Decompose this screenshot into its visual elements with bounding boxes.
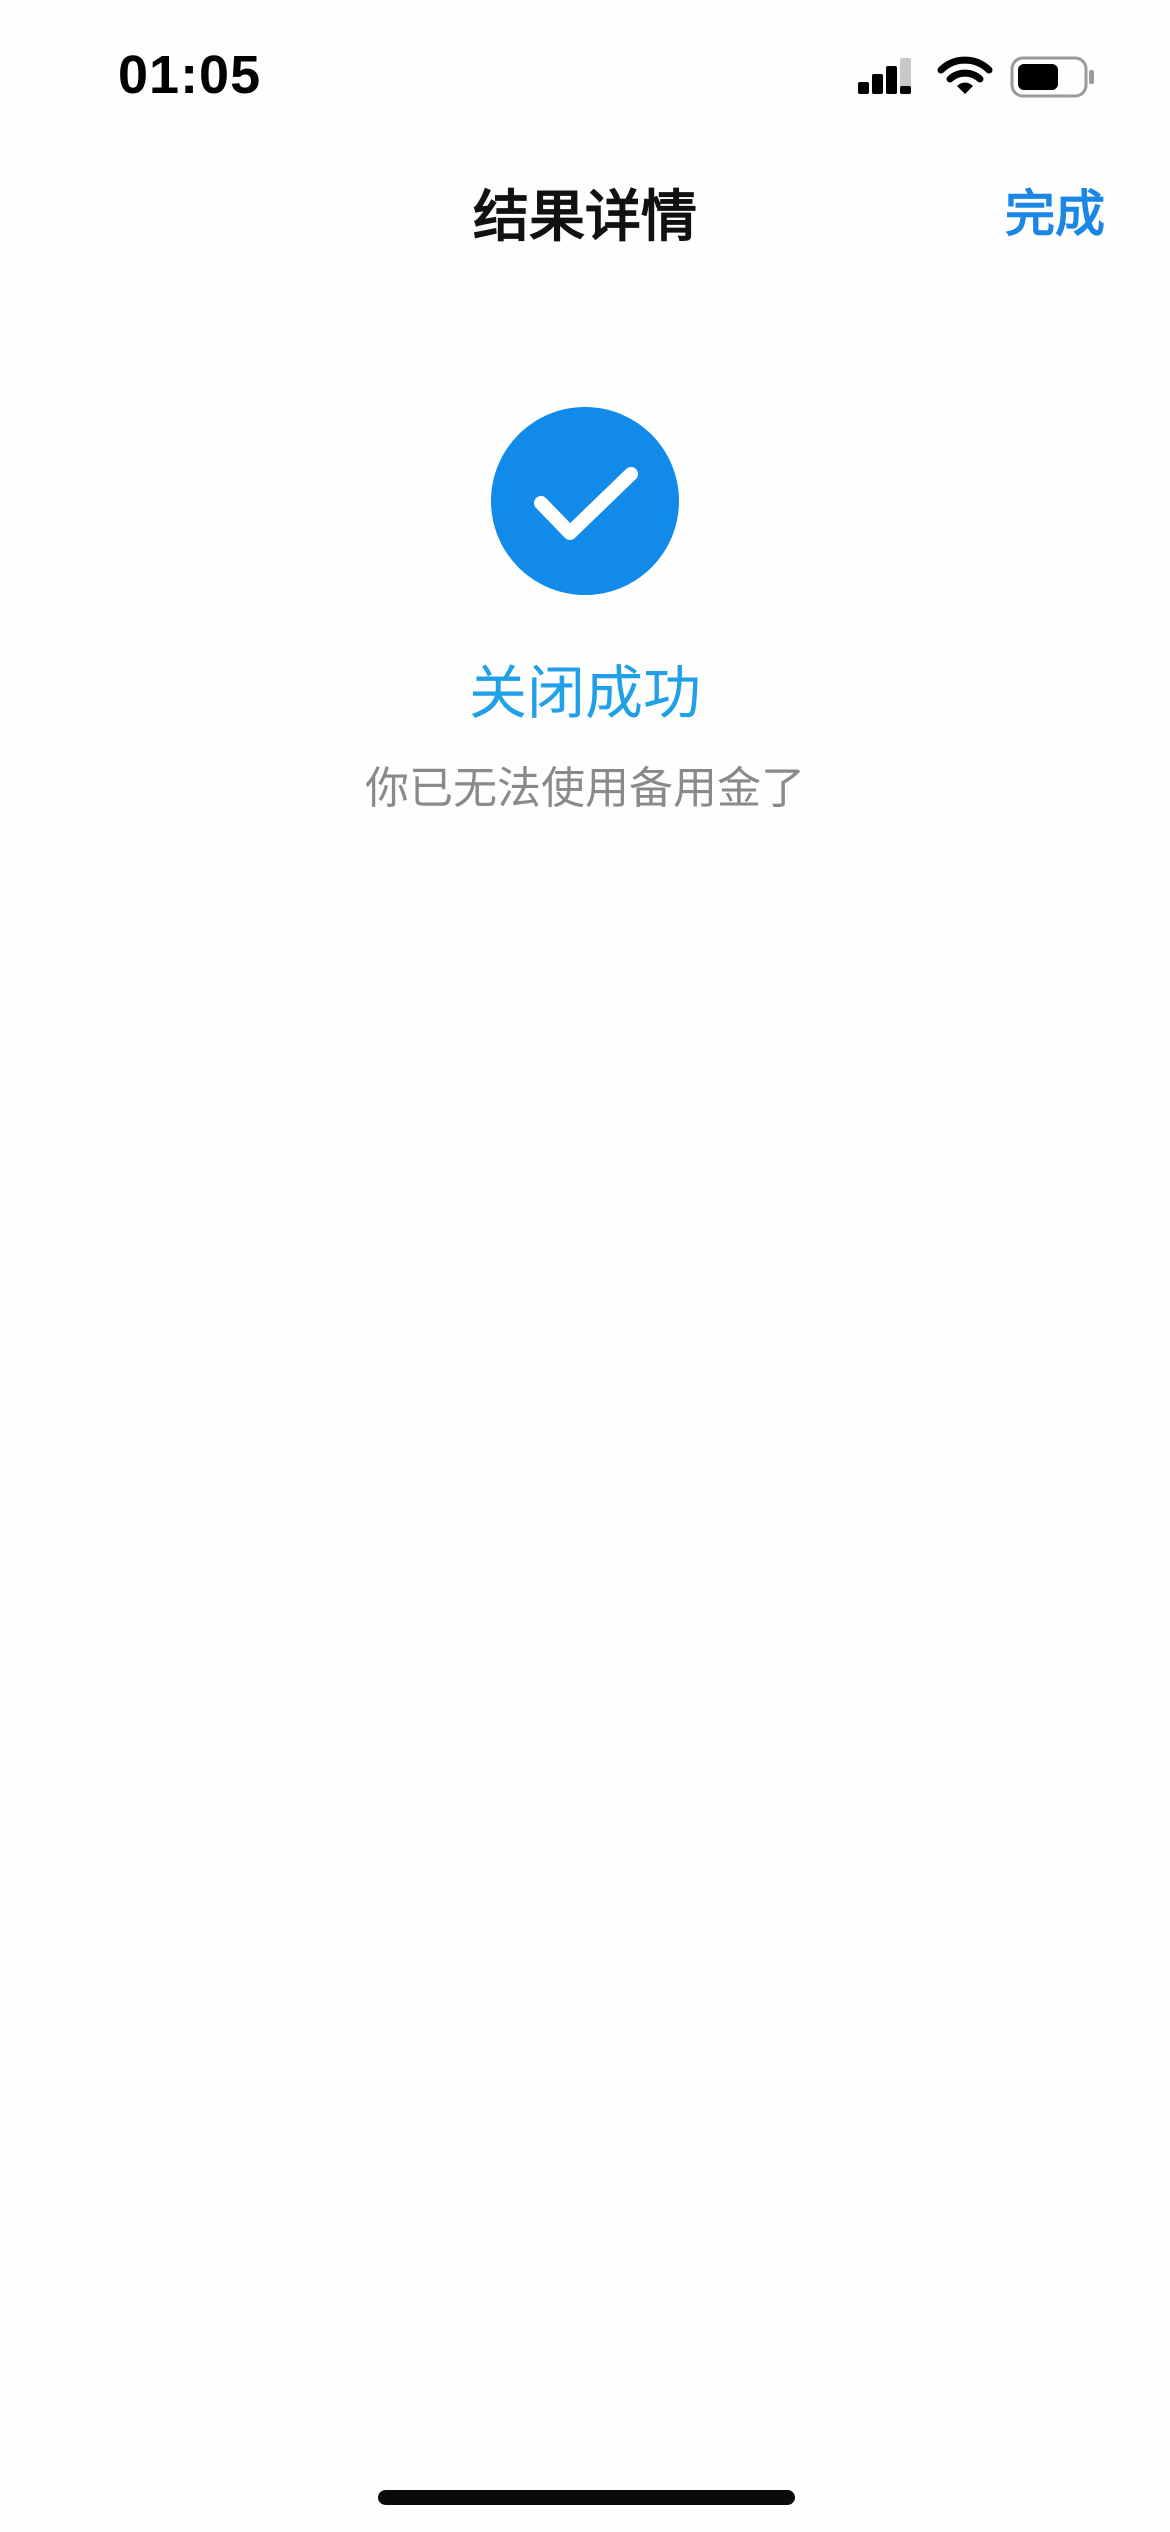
result-title: 关闭成功 (468, 659, 701, 727)
home-indicator[interactable] (378, 2490, 795, 2505)
result-detail-screen: 01:05 结果详情 完成 关闭成功 你已无法使用备用金了 (0, 0, 1170, 2532)
result-subtitle: 你已无法使用备用金了 (365, 763, 805, 814)
wifi-icon (937, 54, 993, 100)
battery-icon (1010, 56, 1096, 98)
navigation-bar: 结果详情 完成 (0, 150, 1170, 270)
status-time: 01:05 (118, 45, 262, 105)
signal-icon (858, 56, 922, 102)
done-button[interactable]: 完成 (1005, 174, 1105, 246)
checkmark-icon (491, 407, 679, 595)
status-bar: 01:05 (0, 0, 1170, 150)
page-title: 结果详情 (473, 185, 697, 250)
